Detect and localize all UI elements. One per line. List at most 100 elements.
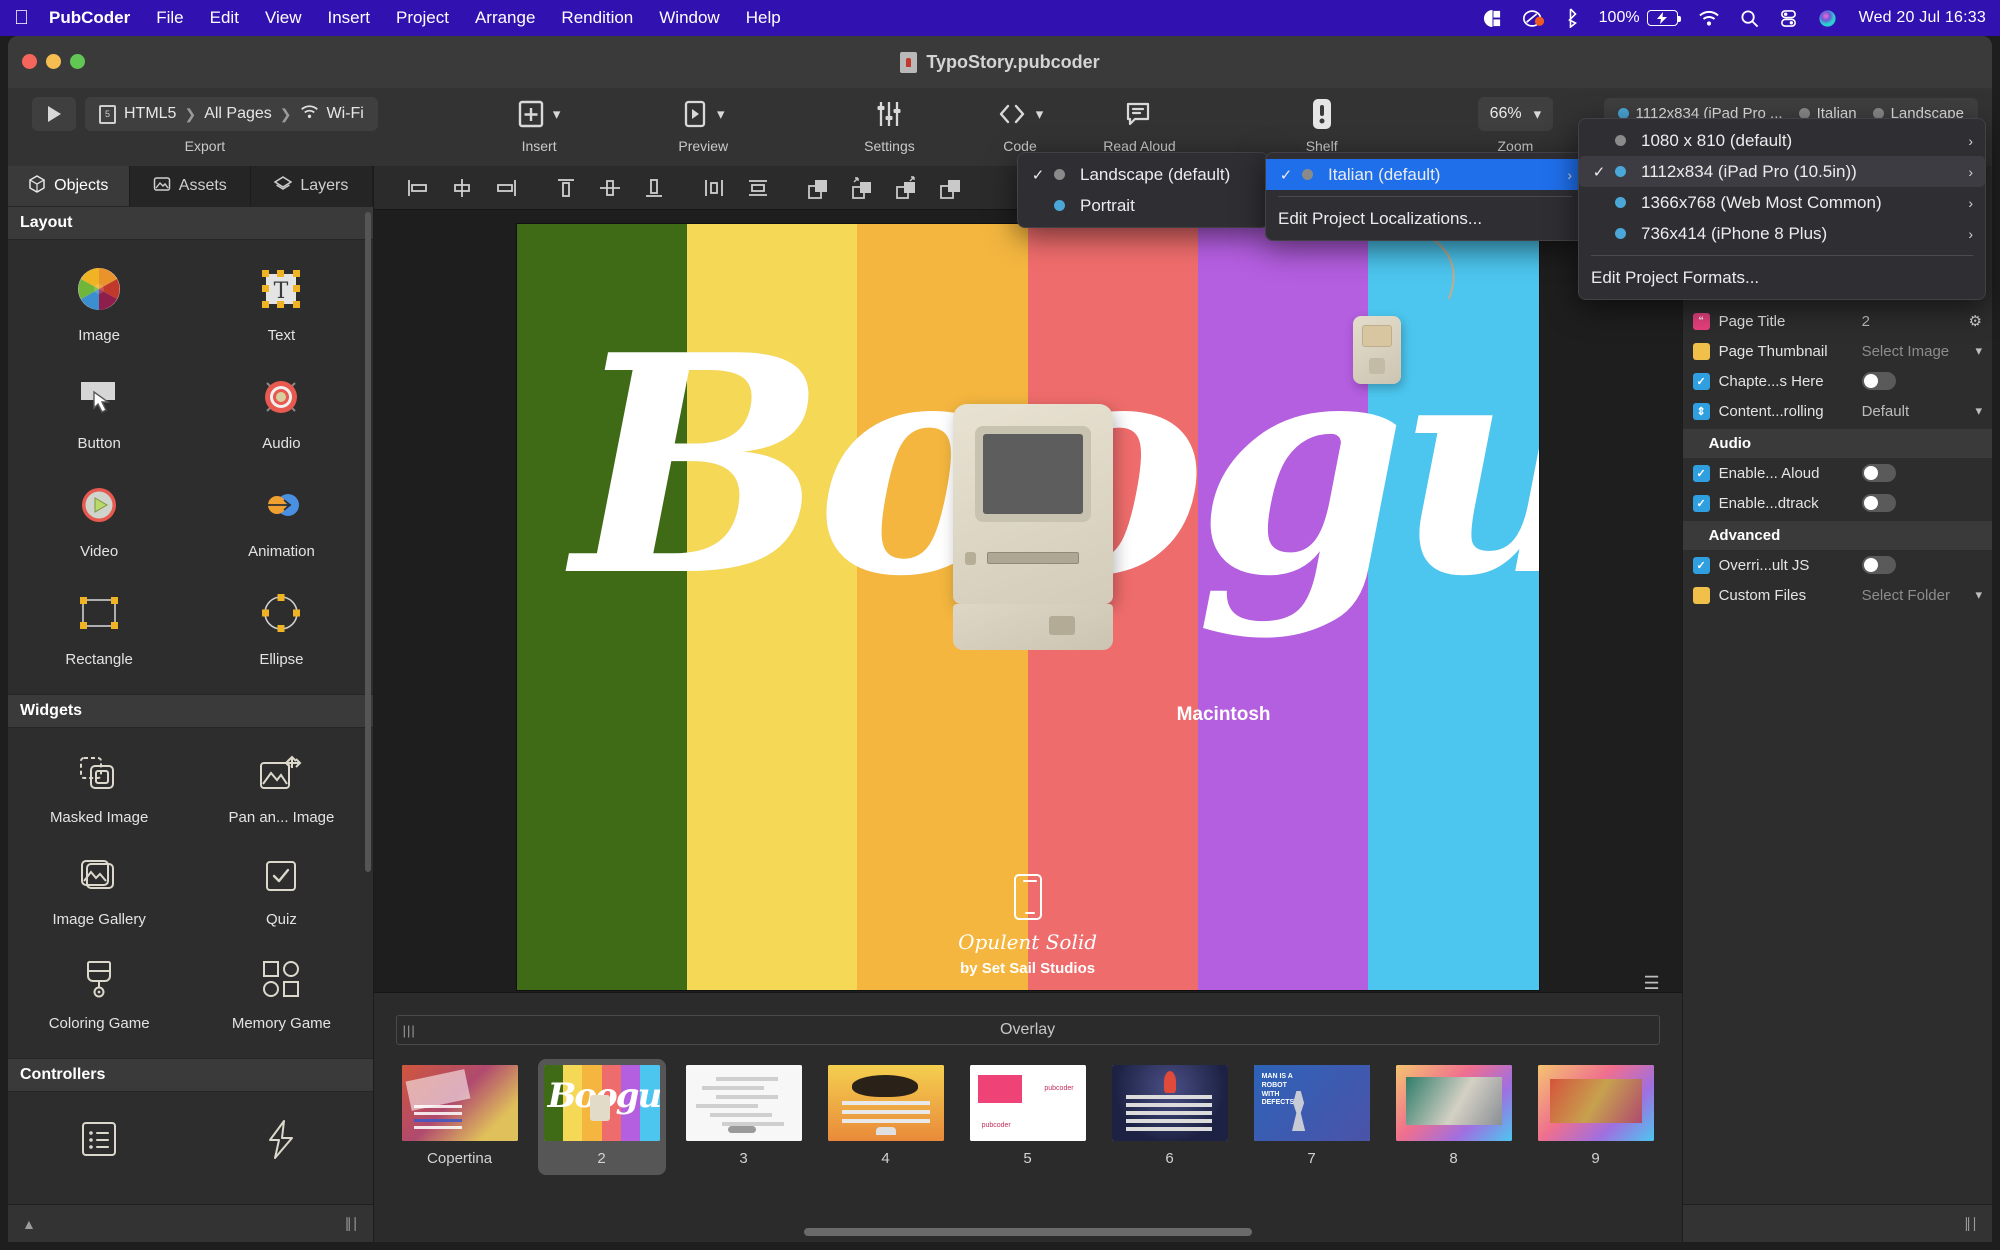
page-thumb-6[interactable]: 6 xyxy=(1106,1059,1234,1175)
menu-item-edit-formats[interactable]: Edit Project Formats... xyxy=(1579,262,1985,293)
align-middle-vertical-icon[interactable] xyxy=(588,173,632,203)
align-bottom-icon[interactable] xyxy=(632,173,676,203)
distribute-horizontal-icon[interactable] xyxy=(692,173,736,203)
readaloud-controls[interactable] xyxy=(1125,94,1153,134)
pages-horizontal-scrollbar[interactable] xyxy=(803,1228,1252,1236)
inspector-row-page-title[interactable]: “ Page Title 2 ⚙ xyxy=(1683,306,1992,336)
menu-view[interactable]: View xyxy=(265,8,302,28)
toggle-switch[interactable] xyxy=(1861,494,1896,512)
menu-rendition[interactable]: Rendition xyxy=(561,8,633,28)
wifi-icon[interactable] xyxy=(1698,10,1720,27)
canvas-area[interactable]: Boogu Macintosh xyxy=(373,210,1682,992)
chevron-down-icon-code[interactable]: ▾ xyxy=(1036,105,1044,123)
page-thumb-5[interactable]: pubcoder pubcoder 5 xyxy=(964,1059,1092,1175)
object-video[interactable]: Video xyxy=(8,466,190,574)
menu-help[interactable]: Help xyxy=(746,8,781,28)
bluetooth-icon[interactable] xyxy=(1566,8,1579,28)
inspector-row-value[interactable]: Select Folder xyxy=(1862,587,1967,604)
plus-box-icon[interactable] xyxy=(518,99,544,129)
controller-action[interactable] xyxy=(190,1102,372,1191)
battery-status[interactable]: 100% xyxy=(1599,9,1681,27)
export-play-button[interactable] xyxy=(32,97,76,131)
menu-item-736x414[interactable]: 736x414 (iPhone 8 Plus) › xyxy=(1579,218,1985,249)
search-icon[interactable] xyxy=(1740,9,1759,28)
menu-arrange[interactable]: Arrange xyxy=(475,8,535,28)
send-backward-icon[interactable] xyxy=(928,173,972,203)
menu-item-portrait[interactable]: Portrait xyxy=(1018,190,1268,221)
object-ellipse[interactable]: Ellipse xyxy=(190,574,372,682)
product-label[interactable]: Macintosh xyxy=(1177,704,1271,726)
submenu-arrow-icon[interactable]: › xyxy=(1946,133,1973,149)
pubcoder-shelf-icon[interactable] xyxy=(1309,98,1335,130)
collapse-triangle-icon[interactable]: ▲ xyxy=(22,1216,36,1232)
menu-app-name[interactable]: PubCoder xyxy=(49,8,130,28)
menu-edit[interactable]: Edit xyxy=(210,8,239,28)
chevron-down-icon-preview[interactable]: ▾ xyxy=(717,105,725,123)
inspector-resize-handle[interactable]: ∥∣ xyxy=(1964,1215,1978,1232)
menu-window[interactable]: Window xyxy=(659,8,719,28)
inspector-row-enable-soundtrack[interactable]: ✓ Enable...dtrack xyxy=(1683,488,1992,518)
apple-logo-icon[interactable]:  xyxy=(14,8,29,28)
sidebar-scrollbar[interactable] xyxy=(364,212,371,872)
widget-pan-zoom-image[interactable]: Pan an... Image xyxy=(190,738,372,840)
object-text[interactable]: T Text xyxy=(190,250,372,358)
submenu-arrow-icon[interactable]: › xyxy=(1946,195,1973,211)
menu-insert[interactable]: Insert xyxy=(327,8,370,28)
menu-item-landscape[interactable]: ✓ Landscape (default) xyxy=(1018,159,1268,190)
menu-project[interactable]: Project xyxy=(396,8,449,28)
toggle-switch[interactable] xyxy=(1861,556,1896,574)
inspector-row-value[interactable]: Default xyxy=(1862,403,1967,420)
menu-item-edit-localizations[interactable]: Edit Project Localizations... xyxy=(1266,203,1584,234)
panel-grip-icon[interactable]: ☰ xyxy=(1643,973,1659,994)
chevron-down-icon[interactable]: ▾ xyxy=(1975,587,1982,603)
object-button[interactable]: Button xyxy=(8,358,190,466)
shelf-controls[interactable] xyxy=(1309,94,1335,134)
sliders-icon[interactable] xyxy=(875,99,903,129)
settings-controls[interactable] xyxy=(875,94,903,134)
preview-icon[interactable] xyxy=(682,99,708,129)
object-rectangle[interactable]: Rectangle xyxy=(8,574,190,682)
object-image[interactable]: Image xyxy=(8,250,190,358)
submenu-arrow-icon[interactable]: › xyxy=(1946,226,1973,242)
macintosh-illustration[interactable] xyxy=(952,404,1113,650)
object-animation[interactable]: Animation xyxy=(190,466,372,574)
contrast-icon[interactable] xyxy=(1483,9,1502,28)
toggle-switch[interactable] xyxy=(1861,464,1896,482)
send-to-back-icon[interactable] xyxy=(884,173,928,203)
speech-lines-icon[interactable] xyxy=(1125,100,1153,128)
export-target-pill[interactable]: 5 HTML5 ❯ All Pages ❯ Wi-Fi xyxy=(85,97,378,131)
page-thumb-3[interactable]: 3 xyxy=(680,1059,808,1175)
vintage-mouse-illustration[interactable] xyxy=(1352,316,1401,384)
toggle-switch[interactable] xyxy=(1861,372,1896,390)
page-canvas[interactable]: Boogu Macintosh xyxy=(516,224,1539,990)
inspector-row-enable-read-aloud[interactable]: ✓ Enable... Aloud xyxy=(1683,458,1992,488)
tab-objects[interactable]: Objects xyxy=(8,166,130,206)
chevron-down-icon-zoom[interactable]: ▾ xyxy=(1534,105,1542,123)
chevron-down-icon[interactable]: ▾ xyxy=(1975,403,1982,419)
menu-item-italian[interactable]: ✓ Italian (default) › xyxy=(1266,159,1584,190)
siri-icon[interactable] xyxy=(1818,9,1837,28)
zoom-controls[interactable]: 66% ▾ xyxy=(1477,94,1554,134)
overlay-grip-icon[interactable]: ||| xyxy=(403,1023,416,1038)
inspector-row-value[interactable]: 2 xyxy=(1862,313,1960,330)
tab-assets[interactable]: Assets xyxy=(130,166,252,206)
sidebar-resize-handle[interactable]: ∥∣ xyxy=(345,1215,359,1232)
align-left-icon[interactable] xyxy=(396,173,440,203)
menu-file[interactable]: File xyxy=(156,8,183,28)
widget-image-gallery[interactable]: Image Gallery xyxy=(8,840,190,942)
control-center-icon[interactable] xyxy=(1779,9,1798,28)
inspector-row-value[interactable]: Select Image xyxy=(1862,343,1967,360)
page-thumb-2[interactable]: Boogu 2 xyxy=(537,1059,666,1175)
overlay-bar[interactable]: ||| Overlay xyxy=(395,1015,1660,1045)
zoom-select[interactable]: 66% ▾ xyxy=(1477,97,1554,131)
controller-list[interactable] xyxy=(8,1102,190,1191)
inspector-row-override-default-js[interactable]: ✓ Overri...ult JS xyxy=(1683,550,1992,580)
preview-controls[interactable]: ▾ xyxy=(682,94,725,134)
menu-item-1366x768[interactable]: 1366x768 (Web Most Common) › xyxy=(1579,187,1985,218)
insert-controls[interactable]: ▾ xyxy=(518,94,560,134)
inspector-row-page-thumbnail[interactable]: Page Thumbnail Select Image ▾ xyxy=(1683,336,1992,366)
bring-forward-icon[interactable] xyxy=(796,173,840,203)
bring-to-front-icon[interactable] xyxy=(840,173,884,203)
widget-masked-image[interactable]: Masked Image xyxy=(8,738,190,840)
sidebar-scroll-area[interactable]: Layout Image T Text Button Audio Video A… xyxy=(8,206,373,1204)
